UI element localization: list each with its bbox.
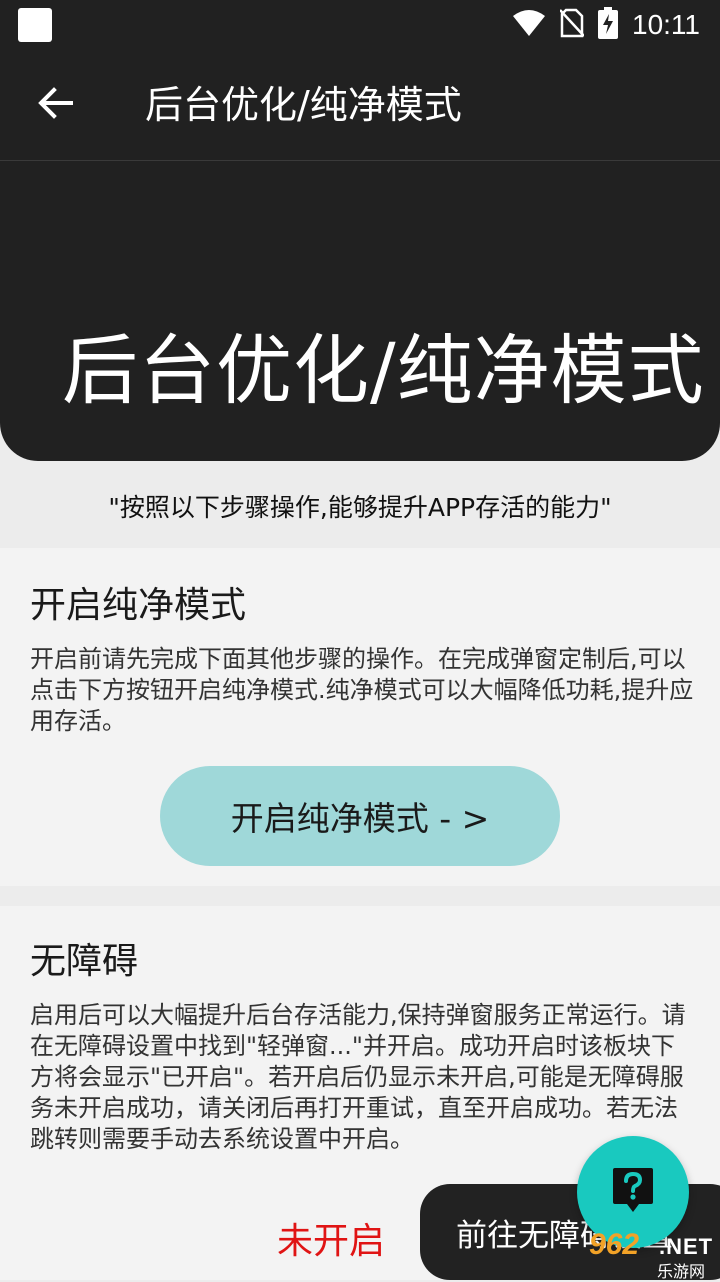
site-watermark: 962 .NET 乐游网: [585, 1228, 720, 1281]
help-chat-icon: [611, 1166, 655, 1218]
status-icons: 10:11: [512, 7, 700, 43]
arrow-left-icon: [37, 87, 73, 123]
back-button[interactable]: [30, 80, 80, 130]
watermark-number: 962: [589, 1228, 640, 1261]
accessibility-status: 未开启: [277, 1221, 386, 1262]
watermark-suffix: .NET: [659, 1234, 714, 1259]
pure-mode-title: 开启纯净模式: [30, 585, 247, 626]
pure-mode-card: 开启纯净模式 开启前请先完成下面其他步骤的操作。在完成弹窗定制后,可以点击下方按…: [0, 548, 720, 886]
hero-title: 后台优化/纯净模式: [62, 326, 705, 415]
hero-banner: 后台优化/纯净模式: [0, 161, 720, 461]
status-time: 10:11: [632, 9, 700, 40]
app-bar: 后台优化/纯净模式: [0, 50, 720, 161]
no-sim-icon: [559, 8, 585, 42]
status-bar: 10:11: [0, 0, 720, 50]
page-title: 后台优化/纯净模式: [145, 83, 462, 127]
battery-charging-icon: [598, 7, 618, 43]
accessibility-title: 无障碍: [30, 941, 139, 982]
app-notification-icon: [18, 8, 52, 42]
watermark-site: 乐游网: [657, 1264, 706, 1281]
enable-pure-mode-button[interactable]: 开启纯净模式 - >: [160, 766, 560, 866]
pure-mode-description: 开启前请先完成下面其他步骤的操作。在完成弹窗定制后,可以点击下方按钮开启纯净模式…: [30, 645, 694, 735]
wifi-icon: [512, 9, 546, 41]
tagline: "按照以下步骤操作,能够提升APP存活的能力": [108, 493, 612, 522]
accessibility-description: 启用后可以大幅提升后台存活能力,保持弹窗服务正常运行。请在无障碍设置中找到"轻弹…: [30, 1001, 686, 1150]
